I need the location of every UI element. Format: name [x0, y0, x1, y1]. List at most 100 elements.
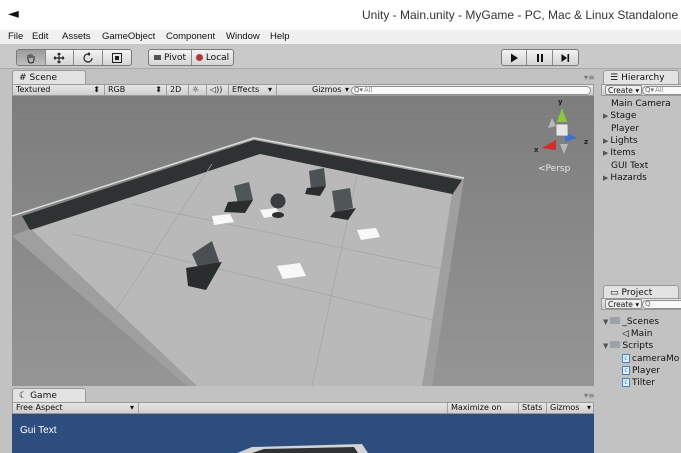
- expand-triangle-icon[interactable]: ▶: [603, 149, 608, 157]
- audio-toggle-button[interactable]: ◁)): [207, 85, 229, 95]
- list-item-label: Lights: [610, 136, 638, 146]
- hierarchy-item-items[interactable]: ▶ Items: [603, 148, 636, 158]
- hierarchy-item-stage[interactable]: ▶ Stage: [603, 111, 636, 121]
- persp-label[interactable]: <Persp: [538, 164, 570, 174]
- csharp-script-icon: c: [622, 366, 630, 375]
- hierarchy-tab-label: Hierarchy: [621, 72, 665, 83]
- stats-toggle[interactable]: Stats: [519, 403, 547, 413]
- step-icon: [561, 53, 570, 62]
- project-toolbar: Create ▾ Q: [601, 298, 681, 310]
- panel-menu-icon[interactable]: ▾≡: [584, 391, 595, 400]
- tab-game[interactable]: ☾ Game: [12, 388, 86, 402]
- tab-hierarchy[interactable]: ☰ Hierarchy: [603, 70, 679, 84]
- tab-project[interactable]: ▭ Project: [603, 285, 679, 299]
- hierarchy-item-player[interactable]: Player: [611, 124, 639, 134]
- collapse-triangle-icon[interactable]: ▼: [603, 342, 608, 350]
- rotate-tool-button[interactable]: [74, 50, 103, 65]
- game-gizmos-dropdown[interactable]: Gizmos ▾: [547, 403, 591, 413]
- scene-viewport-canvas: [12, 96, 594, 386]
- expand-triangle-icon[interactable]: ▶: [603, 137, 608, 145]
- game-gizmos-label: Gizmos: [550, 403, 580, 412]
- play-button[interactable]: [502, 50, 528, 65]
- project-folder-scripts[interactable]: ▼ Scripts: [603, 341, 653, 351]
- pause-icon: [536, 53, 543, 62]
- aspect-dropdown[interactable]: Free Aspect ▾: [13, 403, 139, 413]
- menu-window[interactable]: Window: [226, 31, 260, 42]
- hierarchy-item-hazards[interactable]: ▶ Hazards: [603, 173, 647, 183]
- search-icon: Q▾: [354, 86, 364, 94]
- color-mode-dropdown[interactable]: RGB ⬍: [105, 85, 167, 95]
- maximize-on-play-toggle[interactable]: Maximize on Play: [447, 403, 519, 422]
- menu-file[interactable]: File: [8, 31, 23, 42]
- scene-view[interactable]: y z x <Persp: [12, 96, 594, 386]
- list-item-label: Player: [611, 124, 640, 134]
- search-icon: Q▾: [645, 86, 655, 94]
- scene-toolbar: Textured ⬍ RGB ⬍ 2D ☼ ◁)) Effects ▾ Gizm…: [12, 84, 594, 96]
- menu-component[interactable]: Component: [166, 31, 215, 42]
- project-tab-icon: ▭: [610, 287, 619, 298]
- project-search-input[interactable]: Q: [642, 300, 681, 309]
- project-item-script[interactable]: c Player: [622, 366, 660, 376]
- list-item-label: Hazards: [610, 173, 647, 183]
- project-item-script[interactable]: c Tilter: [622, 378, 655, 388]
- csharp-script-icon: c: [622, 354, 630, 363]
- step-button[interactable]: [553, 50, 578, 65]
- hierarchy-item-gui-text[interactable]: GUI Text: [611, 161, 648, 171]
- collapse-triangle-icon[interactable]: ▼: [603, 318, 608, 326]
- list-item-label: Main Camera: [611, 99, 671, 109]
- pause-button[interactable]: [527, 50, 553, 65]
- project-item-main-scene[interactable]: ◁ Main: [622, 329, 652, 339]
- pivot-toggle-button[interactable]: Pivot: [149, 50, 192, 65]
- move-tool-button[interactable]: [46, 50, 74, 65]
- toggle-2d-button[interactable]: 2D: [167, 85, 189, 95]
- expand-triangle-icon[interactable]: ▶: [603, 174, 608, 182]
- menu-assets[interactable]: Assets: [62, 31, 91, 42]
- hierarchy-item-main-camera[interactable]: Main Camera: [611, 99, 671, 109]
- render-mode-dropdown[interactable]: Textured ⬍: [13, 85, 105, 95]
- scale-tool-button[interactable]: [103, 50, 131, 65]
- stats-label: Stats: [522, 403, 543, 412]
- hierarchy-tab-icon: ☰: [610, 72, 619, 83]
- menu-help[interactable]: Help: [270, 31, 290, 42]
- globe-icon: [195, 54, 203, 61]
- hand-icon: [27, 53, 35, 64]
- dropdown-arrow-icon: ▾: [267, 85, 272, 94]
- persp-icon: <: [538, 164, 546, 174]
- project-create-button[interactable]: Create ▾: [605, 299, 643, 309]
- menu-gameobject[interactable]: GameObject: [102, 31, 155, 42]
- list-item-label: GUI Text: [611, 161, 649, 171]
- game-tab-label: Game: [30, 390, 57, 401]
- menu-edit[interactable]: Edit: [32, 31, 48, 42]
- hierarchy-search-placeholder: All: [655, 86, 664, 94]
- hierarchy-item-lights[interactable]: ▶ Lights: [603, 136, 638, 146]
- tab-scene[interactable]: # Scene: [12, 70, 86, 84]
- player-shadow: [272, 212, 284, 218]
- effects-label: Effects: [232, 85, 260, 94]
- panel-menu-icon[interactable]: ▾≡: [584, 73, 595, 82]
- effects-dropdown[interactable]: Effects ▾: [229, 85, 277, 95]
- play-icon: [511, 53, 519, 62]
- dropdown-arrow-icon: ▾: [129, 403, 134, 412]
- gizmos-dropdown[interactable]: Gizmos ▾: [309, 85, 349, 95]
- project-tab-label: Project: [621, 287, 653, 298]
- hierarchy-create-button[interactable]: Create ▾: [605, 85, 643, 95]
- scale-icon: [111, 52, 122, 63]
- transform-tools: [16, 49, 132, 66]
- expand-triangle-icon[interactable]: ▶: [603, 112, 608, 120]
- game-view[interactable]: Gui Text: [12, 414, 594, 453]
- scene-tab-icon: #: [19, 72, 27, 83]
- render-mode-value: Textured: [16, 85, 51, 94]
- title-bar: ◄ Unity - Main.unity - MyGame - PC, Mac …: [0, 0, 681, 30]
- main-toolbar: Pivot Local: [0, 44, 681, 69]
- color-mode-value: RGB: [108, 85, 126, 94]
- project-item-script[interactable]: c cameraMo: [622, 354, 679, 364]
- lighting-toggle-button[interactable]: ☼: [189, 85, 207, 95]
- aspect-value: Free Aspect: [16, 403, 63, 412]
- project-folder-scenes[interactable]: ▼ _Scenes: [603, 317, 659, 327]
- dropdown-arrow-icon: ▾: [586, 403, 591, 412]
- hand-tool-button[interactable]: [17, 50, 46, 65]
- local-toggle-button[interactable]: Local: [192, 50, 233, 65]
- hierarchy-search-input[interactable]: Q▾ All: [642, 86, 681, 95]
- hierarchy-toolbar: Create ▾ Q▾ All: [601, 84, 681, 96]
- scene-search-input[interactable]: Q▾ All: [351, 86, 591, 95]
